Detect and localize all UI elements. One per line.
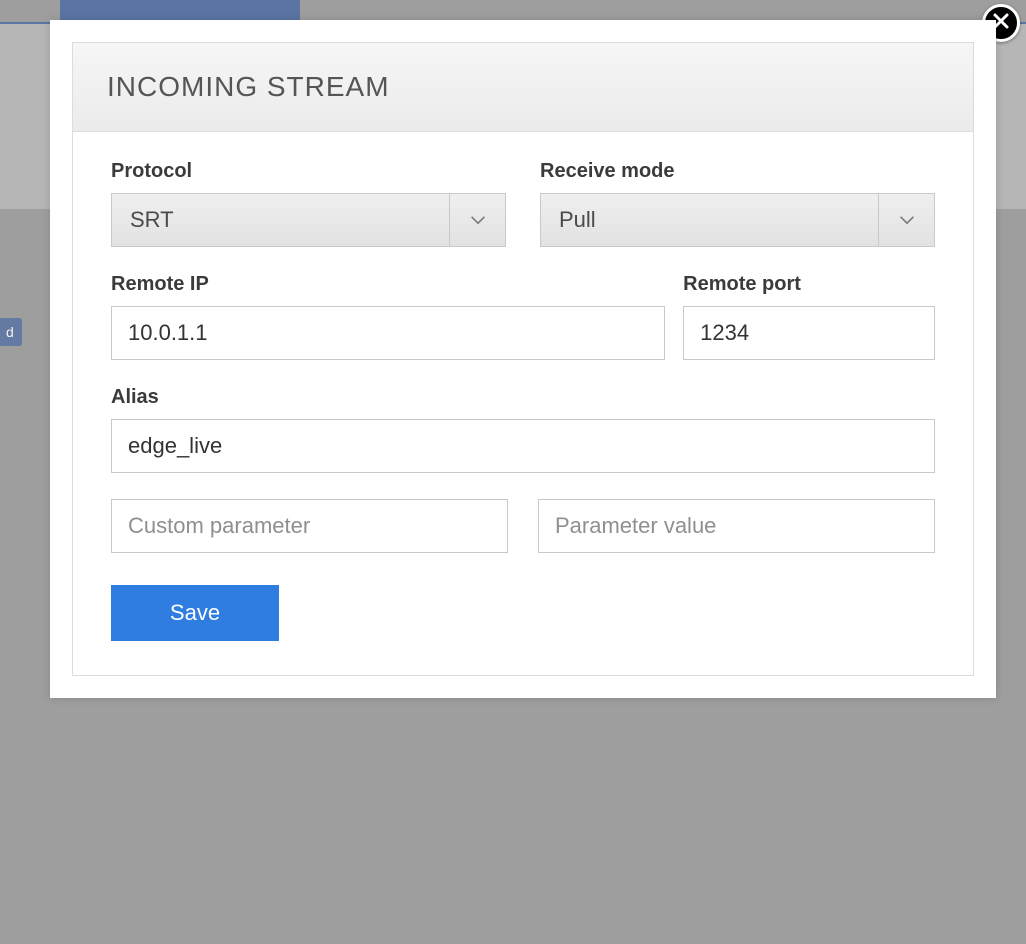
- alias-label: Alias: [111, 386, 935, 409]
- protocol-select[interactable]: SRT: [111, 193, 506, 247]
- parameter-value-input[interactable]: [538, 499, 935, 553]
- incoming-stream-modal: INCOMING STREAM Protocol SRT Receive mod…: [50, 20, 996, 698]
- background-side-label: d: [0, 318, 22, 346]
- protocol-label: Protocol: [111, 160, 506, 183]
- chevron-down-icon: [878, 194, 934, 246]
- chevron-down-icon: [449, 194, 505, 246]
- protocol-value: SRT: [112, 194, 449, 246]
- remote-ip-field: Remote IP: [111, 273, 665, 360]
- receive-mode-value: Pull: [541, 194, 878, 246]
- parameter-value-field: [538, 499, 935, 553]
- remote-port-label: Remote port: [683, 273, 935, 296]
- incoming-stream-panel: INCOMING STREAM Protocol SRT Receive mod…: [72, 42, 974, 676]
- receive-mode-select[interactable]: Pull: [540, 193, 935, 247]
- receive-mode-field: Receive mode Pull: [540, 160, 935, 247]
- remote-ip-input[interactable]: [111, 306, 665, 360]
- remote-ip-label: Remote IP: [111, 273, 665, 296]
- remote-port-input[interactable]: [683, 306, 935, 360]
- panel-title: INCOMING STREAM: [73, 43, 973, 132]
- remote-port-field: Remote port: [683, 273, 935, 360]
- background-tab: [60, 0, 300, 22]
- alias-input[interactable]: [111, 419, 935, 473]
- panel-body: Protocol SRT Receive mode Pull: [73, 132, 973, 675]
- alias-field: Alias: [111, 386, 935, 473]
- protocol-field: Protocol SRT: [111, 160, 506, 247]
- custom-parameter-input[interactable]: [111, 499, 508, 553]
- receive-mode-label: Receive mode: [540, 160, 935, 183]
- custom-parameter-field: [111, 499, 508, 553]
- save-button[interactable]: Save: [111, 585, 279, 641]
